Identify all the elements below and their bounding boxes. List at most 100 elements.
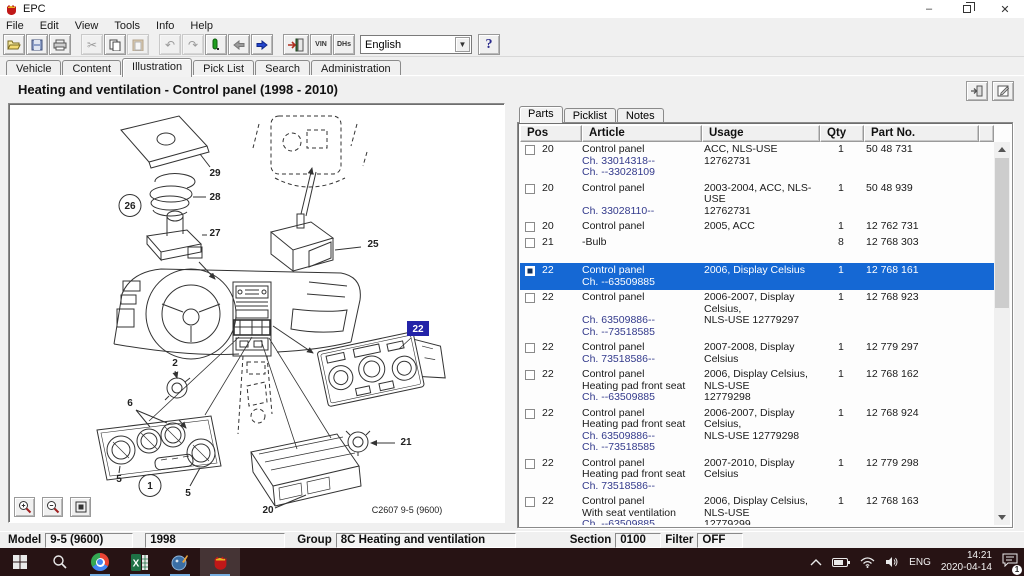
exit-button[interactable]: [283, 34, 309, 55]
save-button[interactable]: [26, 34, 48, 55]
tab-illustration[interactable]: Illustration: [122, 58, 193, 77]
menu-bar: File Edit View Tools Info Help: [0, 18, 1024, 33]
column-header-usage[interactable]: Usage: [702, 125, 820, 142]
table-row[interactable]: 20 Control panel Ch. 33028110-- 2003-2004,…: [520, 181, 994, 220]
paste-button[interactable]: [127, 34, 149, 55]
cut-button[interactable]: ✂: [81, 34, 103, 55]
menu-tools[interactable]: Tools: [114, 20, 140, 32]
taskbar-excel-button[interactable]: X: [120, 548, 160, 576]
dhs-button[interactable]: DHs: [333, 34, 355, 55]
row-checkbox[interactable]: [525, 266, 535, 276]
taskbar-clock[interactable]: 14:21 2020-04-14: [941, 550, 992, 574]
help-button[interactable]: ?: [478, 34, 500, 55]
table-row[interactable]: 20 Control panel Ch. 33014318-- Ch. --33028…: [520, 142, 994, 181]
part-number-label: 29: [209, 168, 221, 179]
close-button[interactable]: ✕: [986, 0, 1024, 18]
article-line: Control panel: [582, 368, 645, 380]
zoom-fit-button[interactable]: [70, 497, 91, 517]
menu-help[interactable]: Help: [190, 20, 213, 32]
table-row[interactable]: 22 Control panel Ch. --63509885 2006, Displ…: [520, 263, 994, 290]
parts-tab-notes[interactable]: Notes: [616, 108, 664, 123]
undo-button[interactable]: ↶: [159, 34, 181, 55]
notes-edit-button[interactable]: [992, 81, 1014, 101]
scrollbar-thumb[interactable]: [995, 158, 1009, 308]
menu-edit[interactable]: Edit: [40, 20, 59, 32]
table-row[interactable]: 22 Control panel Ch. 73518586-- 2007-2008, …: [520, 340, 994, 367]
menu-file[interactable]: File: [6, 20, 24, 32]
chevron-down-icon[interactable]: ▼: [455, 37, 470, 52]
parts-tab-parts[interactable]: Parts: [519, 106, 563, 123]
restore-button[interactable]: [948, 0, 986, 18]
row-usage: 2005, ACC: [704, 220, 824, 233]
marker-button[interactable]: [205, 34, 227, 55]
row-checkbox[interactable]: [525, 293, 535, 303]
vin-button[interactable]: VIN: [310, 34, 332, 55]
copy-button[interactable]: [104, 34, 126, 55]
zoom-out-button[interactable]: [42, 497, 63, 517]
row-checkbox[interactable]: [525, 343, 535, 353]
speaker-icon[interactable]: [885, 556, 899, 568]
parts-tab-picklist[interactable]: Picklist: [563, 108, 616, 123]
menu-info[interactable]: Info: [156, 20, 174, 32]
menu-view[interactable]: View: [75, 20, 99, 32]
taskbar-paint-button[interactable]: [160, 548, 200, 576]
scroll-down-button[interactable]: [994, 510, 1010, 525]
row-usage: 2006, Display Celsius, NLS-USE 12779299: [704, 495, 824, 525]
battery-icon[interactable]: [832, 557, 851, 568]
vertical-scrollbar[interactable]: [994, 142, 1010, 525]
row-article: Control panel Heating pad front seat Ch. 7…: [582, 457, 704, 493]
notification-center-button[interactable]: 1: [1002, 553, 1022, 575]
print-button[interactable]: [49, 34, 71, 55]
parts-table-frame: Pos Article Usage Qty Part No. 20 Control pan…: [517, 122, 1013, 528]
taskbar-chrome-button[interactable]: [80, 548, 120, 576]
part-number-label[interactable]: 22: [412, 324, 424, 335]
row-checkbox[interactable]: [525, 370, 535, 380]
back-button[interactable]: [228, 34, 250, 55]
illustration-panel[interactable]: 29 28 26 27 25 2 6 5 1 5 22 21 20 C2607 9-5 (9600): [8, 103, 505, 523]
column-header-pos[interactable]: Pos: [520, 125, 582, 142]
table-row[interactable]: 22 Control panel Ch. 63509886-- Ch. --7351…: [520, 290, 994, 340]
table-row[interactable]: 22 Control panel With seat ventilation Ch. …: [520, 494, 994, 525]
export-button[interactable]: [966, 81, 988, 101]
undo-arrow-icon: ↶: [164, 37, 176, 52]
column-header-part-no-[interactable]: Part No.: [864, 125, 979, 142]
start-button[interactable]: [0, 548, 40, 576]
open-button[interactable]: [3, 34, 25, 55]
scroll-up-button[interactable]: [994, 142, 1010, 157]
row-article: Control panel With seat ventilation Ch. --…: [582, 495, 704, 525]
table-row[interactable]: 22 Control panel Heating pad front seat Ch.…: [520, 456, 994, 495]
table-row[interactable]: 22 Control panel Heating pad front seat Ch.…: [520, 367, 994, 406]
row-checkbox[interactable]: [525, 408, 535, 419]
forward-button[interactable]: [251, 34, 273, 55]
row-checkbox[interactable]: [525, 222, 535, 232]
row-part-no: 12 762 731: [866, 220, 919, 232]
minimize-button[interactable]: –: [910, 0, 948, 18]
taskbar-search-button[interactable]: [40, 548, 80, 576]
taskbar-epc-button[interactable]: [200, 548, 240, 576]
row-qty: 1: [838, 220, 844, 232]
row-checkbox[interactable]: [525, 497, 535, 507]
language-select[interactable]: English ▼: [360, 35, 472, 54]
row-checkbox[interactable]: [525, 145, 535, 155]
table-row[interactable]: 20 Control panel 2005, ACC 1 12 762 731: [520, 219, 994, 235]
tray-chevron-icon[interactable]: [810, 558, 822, 566]
row-pos: 20: [542, 181, 554, 194]
redo-button[interactable]: ↷: [182, 34, 204, 55]
wifi-icon[interactable]: [860, 556, 875, 568]
table-row[interactable]: 21 -Bulb 8 12 768 303: [520, 235, 994, 251]
paste-icon: [132, 39, 144, 51]
clock-time: 14:21: [966, 550, 992, 561]
row-checkbox[interactable]: [525, 458, 535, 469]
column-header-qty[interactable]: Qty: [820, 125, 864, 142]
chassis-range: Ch. 33028110--: [582, 204, 655, 217]
row-usage: 2006, Display Celsius: [704, 264, 824, 288]
article-line: Control panel: [582, 181, 645, 194]
zoom-in-button[interactable]: [14, 497, 35, 517]
column-header-article[interactable]: Article: [582, 125, 702, 142]
input-language-indicator[interactable]: ENG: [909, 557, 931, 568]
row-checkbox[interactable]: [525, 237, 535, 248]
part-number-label: 5: [185, 488, 191, 499]
table-row[interactable]: 22 Control panel Heating pad front seat Ch.…: [520, 406, 994, 456]
open-folder-icon: [7, 40, 21, 50]
row-checkbox[interactable]: [525, 183, 535, 194]
